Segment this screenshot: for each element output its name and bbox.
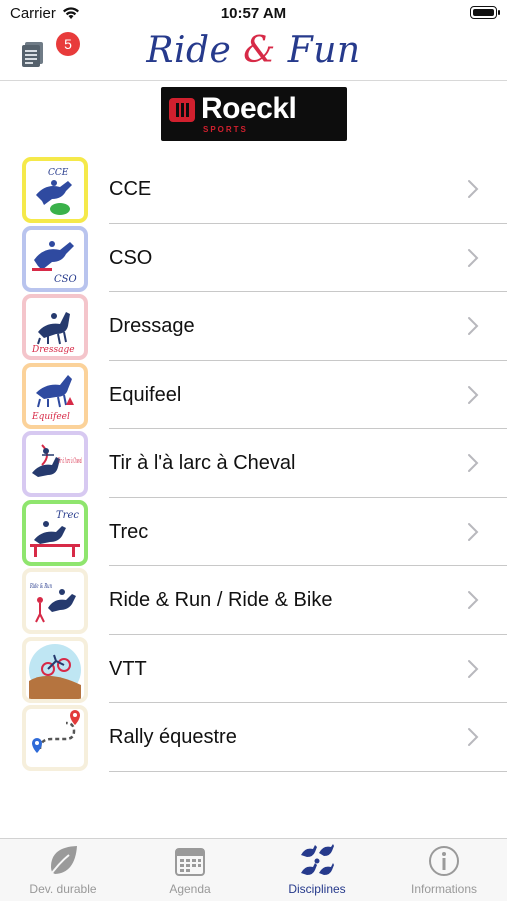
tab-label: Agenda: [169, 882, 211, 896]
navigation-bar: 5 Ride & Fun: [0, 28, 507, 81]
status-bar: Carrier 10:57 AM: [0, 0, 507, 28]
trec-horse-icon: Trec: [22, 499, 88, 566]
tab-dev-durable[interactable]: Dev. durable: [0, 839, 126, 901]
list-item-label: Ride & Run / Ride & Bike: [109, 589, 333, 611]
list-item-label: VTT: [109, 657, 147, 680]
list-item[interactable]: Dressage Dressage: [0, 292, 507, 361]
equifeel-horse-icon: Equifeel: [22, 362, 88, 429]
list-item-label: Dressage: [109, 315, 195, 337]
leaf-icon: [48, 846, 77, 878]
dressage-horse-icon: Dressage: [22, 294, 88, 360]
cross-country-horse-icon: CCE: [22, 157, 88, 223]
sponsor-subtitle: SPORTS: [203, 125, 248, 134]
list-item[interactable]: Trec Trec: [0, 498, 507, 566]
svg-text:Dressage: Dressage: [31, 345, 75, 355]
list-item-label: Rally équestre: [109, 726, 237, 748]
chevron-right-icon: [468, 659, 479, 678]
app-title-fun: Fun: [275, 30, 361, 71]
list-item[interactable]: Tir à l'arc à Cheval Tir à l'à larc à Ch…: [0, 429, 507, 498]
sponsor-mark-icon: [169, 98, 195, 122]
svg-text:CSO: CSO: [54, 274, 77, 285]
tab-label: Disciplines: [288, 882, 346, 896]
chevron-right-icon: [468, 522, 479, 541]
app-title-ride: Ride: [146, 30, 244, 71]
chevron-right-icon: [468, 248, 479, 267]
tab-informations[interactable]: Informations: [381, 839, 507, 901]
chevron-right-icon: [468, 317, 479, 335]
chevron-right-icon: [468, 728, 479, 746]
list-item[interactable]: CCE CCE: [0, 155, 507, 224]
app-title: Ride & Fun: [0, 30, 507, 71]
svg-text:CCE: CCE: [48, 168, 69, 178]
info-icon: [429, 846, 459, 876]
list-item[interactable]: Equifeel Equifeel: [0, 361, 507, 429]
archery-horse-icon: Tir à l'arc à Cheval: [22, 431, 88, 497]
tab-bar: Dev. durable Agenda Disciplines Informat…: [0, 838, 507, 901]
chevron-right-icon: [468, 591, 479, 609]
sponsor-logo[interactable]: Roeckl SPORTS: [161, 87, 347, 141]
ride-and-run-icon: Ride & Run: [22, 568, 88, 634]
row-divider: [109, 770, 507, 772]
tab-agenda[interactable]: Agenda: [127, 839, 253, 901]
list-item[interactable]: CSO CSO: [0, 224, 507, 292]
svg-text:Ride & Run: Ride & Run: [29, 583, 52, 590]
show-jumping-horse-icon: CSO: [22, 225, 88, 292]
chevron-right-icon: [468, 385, 479, 404]
list-item-label: Trec: [109, 520, 149, 543]
route-map-icon: [22, 705, 88, 771]
tab-disciplines[interactable]: Disciplines: [254, 839, 380, 901]
chevron-right-icon: [468, 454, 479, 472]
battery-icon: [470, 6, 500, 19]
list-item[interactable]: Ride & Run Ride & Run / Ride & Bike: [0, 566, 507, 635]
svg-text:Equifeel: Equifeel: [31, 412, 70, 422]
list-item-label: CCE: [109, 178, 152, 200]
svg-text:Trec: Trec: [56, 510, 79, 521]
sponsor-name: Roeckl: [201, 92, 297, 125]
list-item-label: Tir à l'à larc à Cheval: [109, 452, 296, 474]
list-item[interactable]: Rally équestre: [0, 703, 507, 772]
disciplines-icon: [301, 844, 334, 875]
chevron-right-icon: [468, 180, 479, 198]
svg-text:Tir à l'arc à Cheval: Tir à l'arc à Cheval: [58, 457, 82, 465]
mountain-bike-icon: [22, 636, 88, 703]
list-item-label: CSO: [109, 246, 153, 269]
list-item[interactable]: VTT: [0, 635, 507, 703]
tab-label: Dev. durable: [29, 882, 97, 896]
app-title-ampersand: &: [243, 30, 276, 71]
clock: 10:57 AM: [220, 5, 287, 22]
calendar-icon: [175, 848, 205, 876]
list-item-label: Equifeel: [109, 383, 182, 406]
discipline-list: CCE CCE CSO CSO Dressage Dressage Equife…: [0, 155, 507, 772]
tab-label: Informations: [410, 882, 478, 896]
